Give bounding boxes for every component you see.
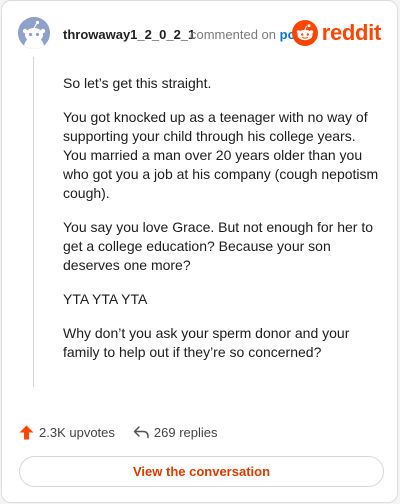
comment-username[interactable]: throwaway1_2_0_2_1: [63, 27, 195, 42]
upvote-arrow-icon: [19, 425, 34, 439]
reddit-logo[interactable]: reddit: [291, 19, 382, 47]
comment-paragraph: You got knocked up as a teenager with no…: [63, 109, 379, 201]
avatar[interactable]: [18, 17, 50, 49]
view-conversation-button[interactable]: View the conversation: [19, 456, 384, 487]
comment-body: So let’s get this straight. You got knoc…: [63, 74, 381, 377]
reply-arrow-icon: [133, 426, 149, 439]
upvote-button[interactable]: 2.3K upvotes: [19, 425, 115, 440]
meta-prefix: commented on: [190, 27, 276, 42]
reddit-wordmark: reddit: [321, 20, 382, 45]
upvote-count: 2.3K upvotes: [39, 424, 115, 440]
comment-meta: commented on post: [190, 27, 307, 42]
comment-card: throwaway1_2_0_2_1 commented on post red…: [1, 0, 398, 503]
thread-line: [33, 57, 34, 387]
comment-header: throwaway1_2_0_2_1 commented on post red…: [18, 17, 381, 53]
comment-paragraph: YTA YTA YTA: [63, 291, 148, 307]
comment-actions: 2.3K upvotes 269 replies: [19, 421, 218, 443]
reddit-logo-icon: [291, 20, 318, 46]
comment-paragraph: So let’s get this straight.: [63, 75, 212, 91]
comment-paragraph: Why don’t you ask your sperm donor and y…: [63, 325, 350, 360]
snoo-avatar-icon: [18, 17, 50, 49]
reply-count: 269 replies: [153, 424, 218, 440]
replies-button[interactable]: 269 replies: [133, 425, 218, 440]
comment-paragraph: You say you love Grace. But not enough f…: [63, 219, 374, 273]
